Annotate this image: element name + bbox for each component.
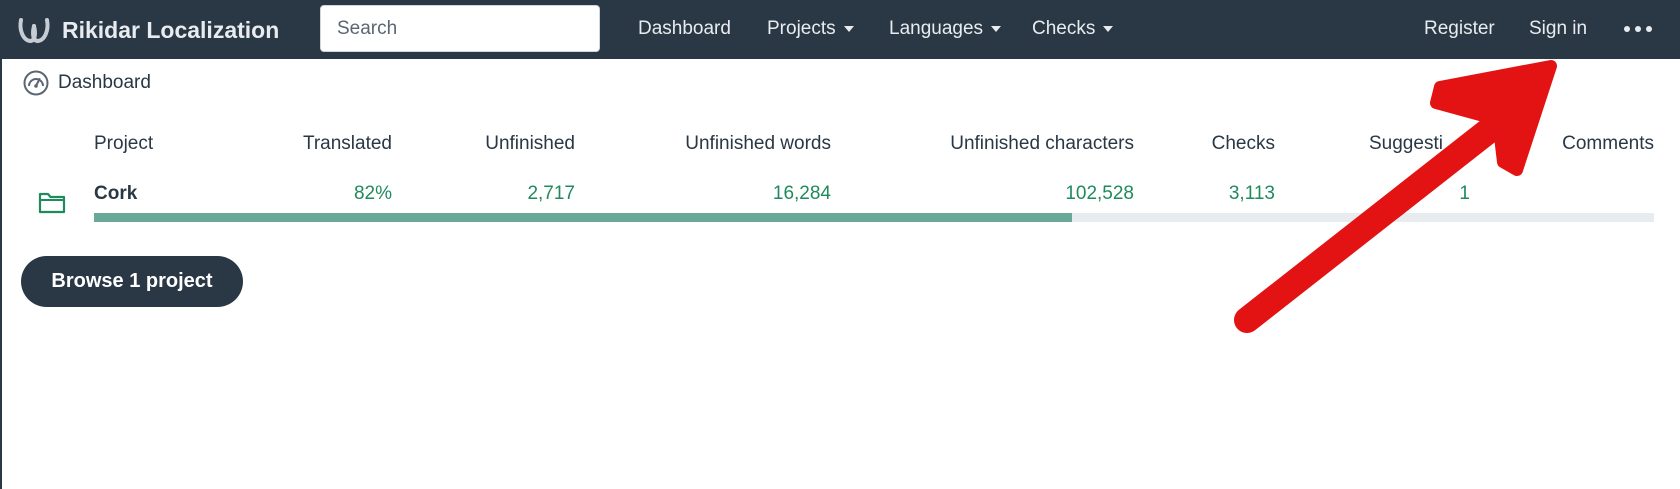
top-navbar: Rikidar Localization Dashboard Projects … xyxy=(0,0,1680,59)
nav-languages-label: Languages xyxy=(889,18,984,39)
sign-in-label: Sign in xyxy=(1529,18,1588,39)
weblate-logo-icon xyxy=(18,18,50,44)
more-menu-icon[interactable] xyxy=(1624,26,1652,32)
column-header-unfinished-characters[interactable]: Unfinished characters xyxy=(900,133,1134,155)
annotation-arrow-icon xyxy=(1234,60,1557,333)
gauge-icon xyxy=(23,70,49,96)
column-header-suggestions[interactable]: Suggesti xyxy=(1369,133,1443,155)
register-label: Register xyxy=(1424,18,1495,39)
nav-checks-dropdown[interactable]: Checks xyxy=(1032,16,1114,42)
cell-unfinished-characters[interactable]: 102,528 xyxy=(900,183,1134,205)
folder-icon xyxy=(38,192,66,214)
column-header-unfinished[interactable]: Unfinished xyxy=(455,133,575,155)
breadcrumb-dashboard[interactable]: Dashboard xyxy=(58,72,151,94)
brand-link[interactable]: Rikidar Localization xyxy=(16,13,279,47)
column-header-translated[interactable]: Translated xyxy=(292,133,392,155)
progress-fill xyxy=(94,213,1073,222)
translation-progress-bar xyxy=(94,213,1654,222)
cell-suggestions[interactable]: 1 xyxy=(1370,183,1470,205)
dot xyxy=(1635,26,1641,32)
nav-languages-dropdown[interactable]: Languages xyxy=(889,16,1002,42)
column-header-unfinished-words[interactable]: Unfinished words xyxy=(640,133,831,155)
dot xyxy=(1624,26,1630,32)
nav-dashboard-label: Dashboard xyxy=(638,18,731,39)
project-link-cork[interactable]: Cork xyxy=(94,183,137,205)
browse-projects-button[interactable]: Browse 1 project xyxy=(21,256,243,307)
nav-checks-label: Checks xyxy=(1032,18,1096,39)
caret-down-icon xyxy=(843,26,854,32)
nav-projects-label: Projects xyxy=(767,18,836,39)
caret-down-icon xyxy=(1103,26,1114,32)
left-edge-divider xyxy=(0,59,2,489)
column-header-comments[interactable]: Comments xyxy=(1540,133,1654,155)
column-header-checks[interactable]: Checks xyxy=(1180,133,1275,155)
cell-checks[interactable]: 3,113 xyxy=(1180,183,1275,205)
cell-translated[interactable]: 82% xyxy=(292,183,392,205)
register-link[interactable]: Register xyxy=(1424,16,1495,42)
cell-unfinished[interactable]: 2,717 xyxy=(455,183,575,205)
brand-name: Rikidar Localization xyxy=(62,16,280,43)
breadcrumb: Dashboard xyxy=(23,70,151,96)
cell-unfinished-words[interactable]: 16,284 xyxy=(640,183,831,205)
column-header-project[interactable]: Project xyxy=(94,133,153,155)
caret-down-icon xyxy=(991,26,1002,32)
sign-in-link[interactable]: Sign in xyxy=(1529,16,1587,42)
nav-dashboard[interactable]: Dashboard xyxy=(638,16,731,42)
search-input[interactable] xyxy=(320,5,600,52)
dot xyxy=(1646,26,1652,32)
nav-projects-dropdown[interactable]: Projects xyxy=(767,16,854,42)
